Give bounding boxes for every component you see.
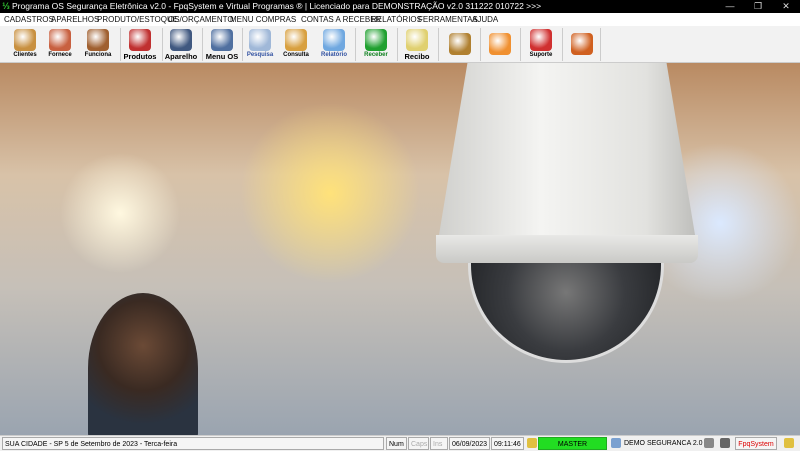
- toolbar-label: Pesquisa: [246, 52, 274, 58]
- exit-door-icon: [571, 33, 593, 55]
- toolbar-button-consulta[interactable]: Consulta: [278, 27, 314, 62]
- dollar-icon: [365, 29, 387, 51]
- status-company: DEMO SEGURANCA 2.0: [624, 440, 703, 447]
- menu-compras[interactable]: MENU COMPRAS: [230, 13, 296, 26]
- menu-produto-estoque[interactable]: PRODUTO/ESTOQUE: [97, 13, 178, 26]
- info-icon[interactable]: [784, 438, 794, 448]
- toolbar-separator: [397, 28, 398, 61]
- toolbar-button-clientes[interactable]: Clientes: [7, 27, 43, 62]
- settings-icon[interactable]: [720, 438, 730, 448]
- status-brand[interactable]: FpqSystem: [735, 437, 777, 450]
- toolbar-button-pesquisa[interactable]: Pesquisa: [242, 27, 278, 62]
- toolbar-label: Receber: [364, 52, 388, 58]
- window-title: Programa OS Segurança Eletrônica v2.0 - …: [12, 1, 542, 11]
- toolbar-label: Suporte: [529, 52, 553, 58]
- toolbar-button-suporte[interactable]: Suporte: [523, 27, 559, 62]
- toolbar-label: Produtos: [123, 52, 157, 61]
- toolbar-button-menuos[interactable]: Menu OS: [204, 27, 240, 62]
- toolbar-separator: [520, 28, 521, 61]
- printer-icon: [323, 29, 345, 51]
- supplier-icon: [49, 29, 71, 51]
- employees-icon: [87, 29, 109, 51]
- menu-os-orcamento[interactable]: OS/ORÇAMENTO: [168, 13, 234, 26]
- toolbar-button-funciona[interactable]: Funciona: [80, 27, 116, 62]
- toolbar-label: Clientes: [13, 52, 37, 58]
- toolbar-button-receber[interactable]: Receber: [358, 27, 394, 62]
- toolbar-label: Fornece: [48, 52, 72, 58]
- calculator-icon: [489, 33, 511, 55]
- toolbar: Clientes Fornece Funciona Produtos Aparelho M…: [0, 26, 800, 63]
- coin-icon: [449, 33, 471, 55]
- receipt-icon: [406, 29, 428, 51]
- app-logo-icon: ⅓: [2, 1, 10, 11]
- camera-housing: [436, 63, 698, 253]
- close-button[interactable]: ✕: [772, 0, 800, 13]
- toolbar-button-aparelho[interactable]: Aparelho: [163, 27, 199, 62]
- status-location-date: SUA CIDADE - SP 5 de Setembro de 2023 - …: [2, 437, 384, 450]
- menu-contas-a-receber[interactable]: CONTAS A RECEBER: [301, 13, 381, 26]
- toolbar-button-exit-door[interactable]: [564, 27, 600, 62]
- toolbar-separator: [480, 28, 481, 61]
- menu-cadastros[interactable]: CADASTROS: [4, 13, 54, 26]
- toolbar-separator: [438, 28, 439, 61]
- background-image-security-camera: [0, 63, 800, 435]
- toolbar-label: Consulta: [283, 52, 309, 58]
- toolbar-separator: [120, 28, 121, 61]
- toolbar-button-fornece[interactable]: Fornece: [42, 27, 78, 62]
- restore-button[interactable]: ❐: [744, 0, 772, 13]
- toolbar-button-coin[interactable]: [442, 27, 478, 62]
- toolbar-button-calculator[interactable]: [482, 27, 518, 62]
- toolbar-separator: [202, 28, 203, 61]
- backup-icon[interactable]: [704, 438, 714, 448]
- toolbar-label: Relatório: [320, 52, 347, 58]
- camera-icon: [211, 29, 233, 51]
- menu-aparelhos[interactable]: APARELHOS: [51, 13, 99, 26]
- support-icon: [530, 29, 552, 51]
- status-time: 09:11:46: [491, 437, 524, 450]
- folder-icon: [285, 29, 307, 51]
- toolbar-button-produtos[interactable]: Produtos: [122, 27, 158, 62]
- camera-dome-lens: [468, 263, 664, 363]
- status-ins: Ins: [430, 437, 448, 450]
- status-date: 06/09/2023: [449, 437, 490, 450]
- blurred-person: [88, 293, 198, 435]
- status-num: Num: [386, 437, 407, 450]
- menu-ajuda[interactable]: AJUDA: [472, 13, 498, 26]
- toolbar-button-recibo[interactable]: Recibo: [399, 27, 435, 62]
- toolbar-label: Aparelho: [164, 52, 198, 61]
- toolbar-label: Menu OS: [205, 52, 239, 61]
- menu-ferramentas[interactable]: FERRAMENTAS: [418, 13, 478, 26]
- company-icon: [611, 438, 621, 448]
- menu-relatorios[interactable]: RELATÓRIOS: [371, 13, 422, 26]
- toolbar-separator: [562, 28, 563, 61]
- search-icon: [249, 29, 271, 51]
- toolbar-separator: [600, 28, 601, 61]
- minimize-button[interactable]: —: [716, 0, 744, 13]
- menu-bar: CADASTROS APARELHOS PRODUTO/ESTOQUE OS/O…: [0, 13, 800, 26]
- user-icon: [527, 438, 537, 448]
- house-camera-icon: [129, 29, 151, 51]
- clients-icon: [14, 29, 36, 51]
- toolbar-separator: [355, 28, 356, 61]
- camera-ring: [436, 235, 698, 263]
- status-user: MASTER: [538, 437, 607, 450]
- device-board-icon: [170, 29, 192, 51]
- title-bar: ⅓ Programa OS Segurança Eletrônica v2.0 …: [0, 0, 800, 13]
- toolbar-label: Funciona: [84, 52, 112, 58]
- status-caps: Caps: [408, 437, 429, 450]
- toolbar-button-relatrio[interactable]: Relatório: [316, 27, 352, 62]
- status-bar: SUA CIDADE - SP 5 de Setembro de 2023 - …: [0, 435, 800, 450]
- toolbar-label: Recibo: [404, 52, 430, 61]
